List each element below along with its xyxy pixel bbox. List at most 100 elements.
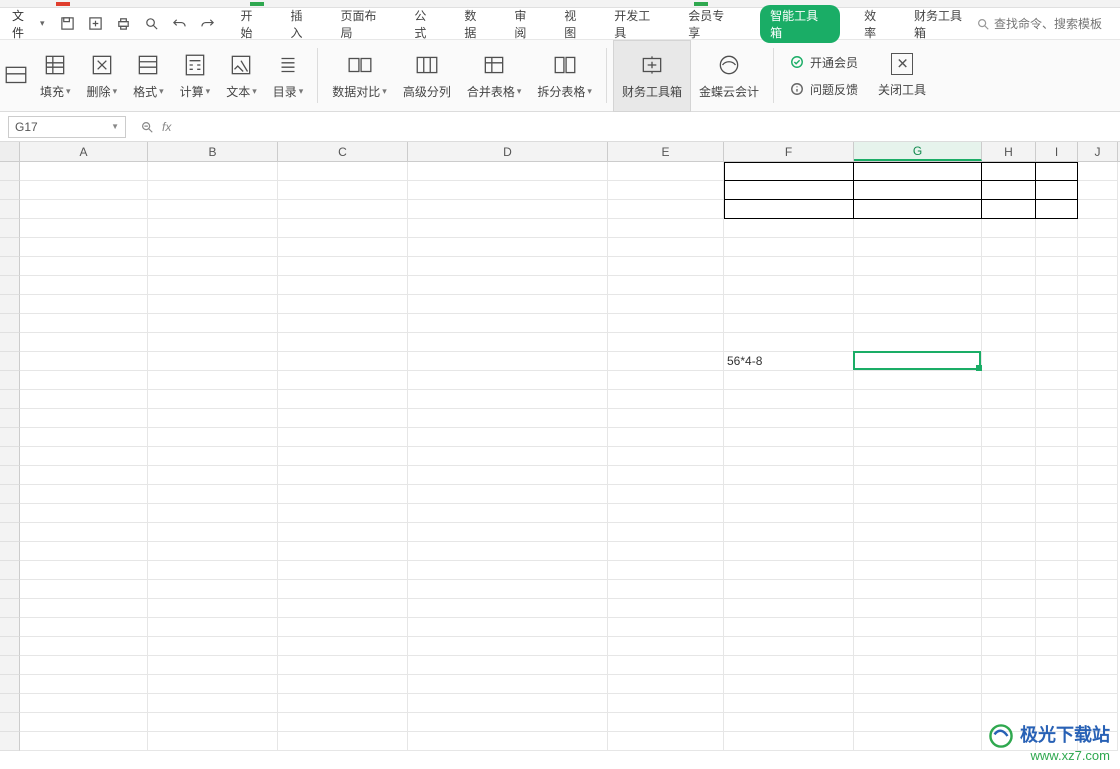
cell[interactable] bbox=[854, 466, 982, 485]
cell[interactable] bbox=[724, 466, 854, 485]
cell[interactable] bbox=[20, 485, 148, 504]
tab-data[interactable]: 数据 bbox=[462, 3, 490, 45]
cell[interactable] bbox=[148, 523, 278, 542]
cell[interactable]: 56*4-8 bbox=[724, 352, 854, 371]
cell[interactable] bbox=[724, 295, 854, 314]
cell[interactable] bbox=[724, 580, 854, 599]
cell[interactable] bbox=[408, 276, 608, 295]
cell[interactable] bbox=[20, 295, 148, 314]
row-header[interactable] bbox=[0, 409, 20, 428]
search-input[interactable] bbox=[994, 17, 1114, 31]
row-header[interactable] bbox=[0, 542, 20, 561]
merge-button[interactable]: 合并表格▾ bbox=[459, 40, 530, 112]
row-header[interactable] bbox=[0, 238, 20, 257]
cell[interactable] bbox=[1036, 504, 1078, 523]
cell[interactable] bbox=[408, 200, 608, 219]
col-header-J[interactable]: J bbox=[1078, 142, 1118, 161]
cell[interactable] bbox=[724, 542, 854, 561]
cell[interactable] bbox=[724, 200, 854, 219]
cell[interactable] bbox=[608, 542, 724, 561]
cell[interactable] bbox=[1078, 504, 1118, 523]
close-tool-button[interactable]: ✕ 关闭工具 bbox=[868, 40, 936, 111]
cell[interactable] bbox=[278, 656, 408, 675]
cell[interactable] bbox=[1078, 466, 1118, 485]
cell[interactable] bbox=[982, 162, 1036, 181]
cell[interactable] bbox=[724, 257, 854, 276]
cell[interactable] bbox=[1036, 618, 1078, 637]
cell[interactable] bbox=[854, 200, 982, 219]
zoom-out-icon[interactable] bbox=[134, 120, 160, 134]
cell[interactable] bbox=[982, 542, 1036, 561]
row-header[interactable] bbox=[0, 314, 20, 333]
cell[interactable] bbox=[608, 200, 724, 219]
row-header[interactable] bbox=[0, 466, 20, 485]
row-header[interactable] bbox=[0, 504, 20, 523]
cell[interactable] bbox=[278, 561, 408, 580]
cell[interactable] bbox=[854, 656, 982, 675]
cell[interactable] bbox=[854, 713, 982, 732]
cell[interactable] bbox=[278, 580, 408, 599]
cell[interactable] bbox=[278, 675, 408, 694]
cell[interactable] bbox=[20, 580, 148, 599]
tab-formula[interactable]: 公式 bbox=[412, 3, 440, 45]
cell[interactable] bbox=[608, 314, 724, 333]
cell[interactable] bbox=[1036, 295, 1078, 314]
cell[interactable] bbox=[982, 428, 1036, 447]
cell[interactable] bbox=[854, 352, 982, 371]
cell[interactable] bbox=[608, 371, 724, 390]
col-header-H[interactable]: H bbox=[982, 142, 1036, 161]
row-header[interactable] bbox=[0, 599, 20, 618]
cell[interactable] bbox=[982, 561, 1036, 580]
cell[interactable] bbox=[408, 333, 608, 352]
cell[interactable] bbox=[724, 713, 854, 732]
file-menu[interactable]: 文件 ▾ bbox=[6, 3, 51, 45]
cell[interactable] bbox=[1036, 485, 1078, 504]
cell[interactable] bbox=[408, 713, 608, 732]
cell[interactable] bbox=[854, 257, 982, 276]
col-header-C[interactable]: C bbox=[278, 142, 408, 161]
cell[interactable] bbox=[608, 637, 724, 656]
cell[interactable] bbox=[278, 371, 408, 390]
cell[interactable] bbox=[20, 618, 148, 637]
kingdee-button[interactable]: 金蝶云会计 bbox=[691, 40, 767, 112]
cell[interactable] bbox=[608, 504, 724, 523]
preview-icon[interactable] bbox=[143, 15, 161, 33]
row-header[interactable] bbox=[0, 637, 20, 656]
cell[interactable] bbox=[1036, 257, 1078, 276]
tab-member[interactable]: 会员专享 bbox=[686, 3, 738, 45]
cell[interactable] bbox=[724, 314, 854, 333]
cell[interactable] bbox=[982, 580, 1036, 599]
cell[interactable] bbox=[1078, 314, 1118, 333]
cell[interactable] bbox=[1036, 409, 1078, 428]
cell[interactable] bbox=[982, 409, 1036, 428]
cell[interactable] bbox=[854, 238, 982, 257]
cell[interactable] bbox=[148, 466, 278, 485]
cell[interactable] bbox=[724, 694, 854, 713]
cell[interactable] bbox=[148, 219, 278, 238]
row-header[interactable] bbox=[0, 390, 20, 409]
cell[interactable] bbox=[854, 219, 982, 238]
format-button[interactable]: 格式▾ bbox=[125, 40, 172, 112]
cell[interactable] bbox=[1078, 333, 1118, 352]
cell[interactable] bbox=[1036, 694, 1078, 713]
cell[interactable] bbox=[724, 428, 854, 447]
cell[interactable] bbox=[408, 447, 608, 466]
cell[interactable] bbox=[148, 656, 278, 675]
cell[interactable] bbox=[20, 523, 148, 542]
cell[interactable] bbox=[608, 162, 724, 181]
cell[interactable] bbox=[854, 694, 982, 713]
grid-body[interactable]: 56*4-8 bbox=[0, 162, 1120, 752]
cell[interactable] bbox=[148, 599, 278, 618]
tab-start[interactable]: 开始 bbox=[239, 3, 267, 45]
cell[interactable] bbox=[20, 675, 148, 694]
cell[interactable] bbox=[408, 409, 608, 428]
cell[interactable] bbox=[724, 333, 854, 352]
feedback-link[interactable]: 问题反馈 bbox=[790, 81, 858, 98]
cell[interactable] bbox=[148, 390, 278, 409]
cell[interactable] bbox=[408, 580, 608, 599]
cell[interactable] bbox=[20, 162, 148, 181]
cell[interactable] bbox=[148, 580, 278, 599]
export-icon[interactable] bbox=[87, 15, 105, 33]
row-header[interactable] bbox=[0, 675, 20, 694]
cell[interactable] bbox=[854, 390, 982, 409]
